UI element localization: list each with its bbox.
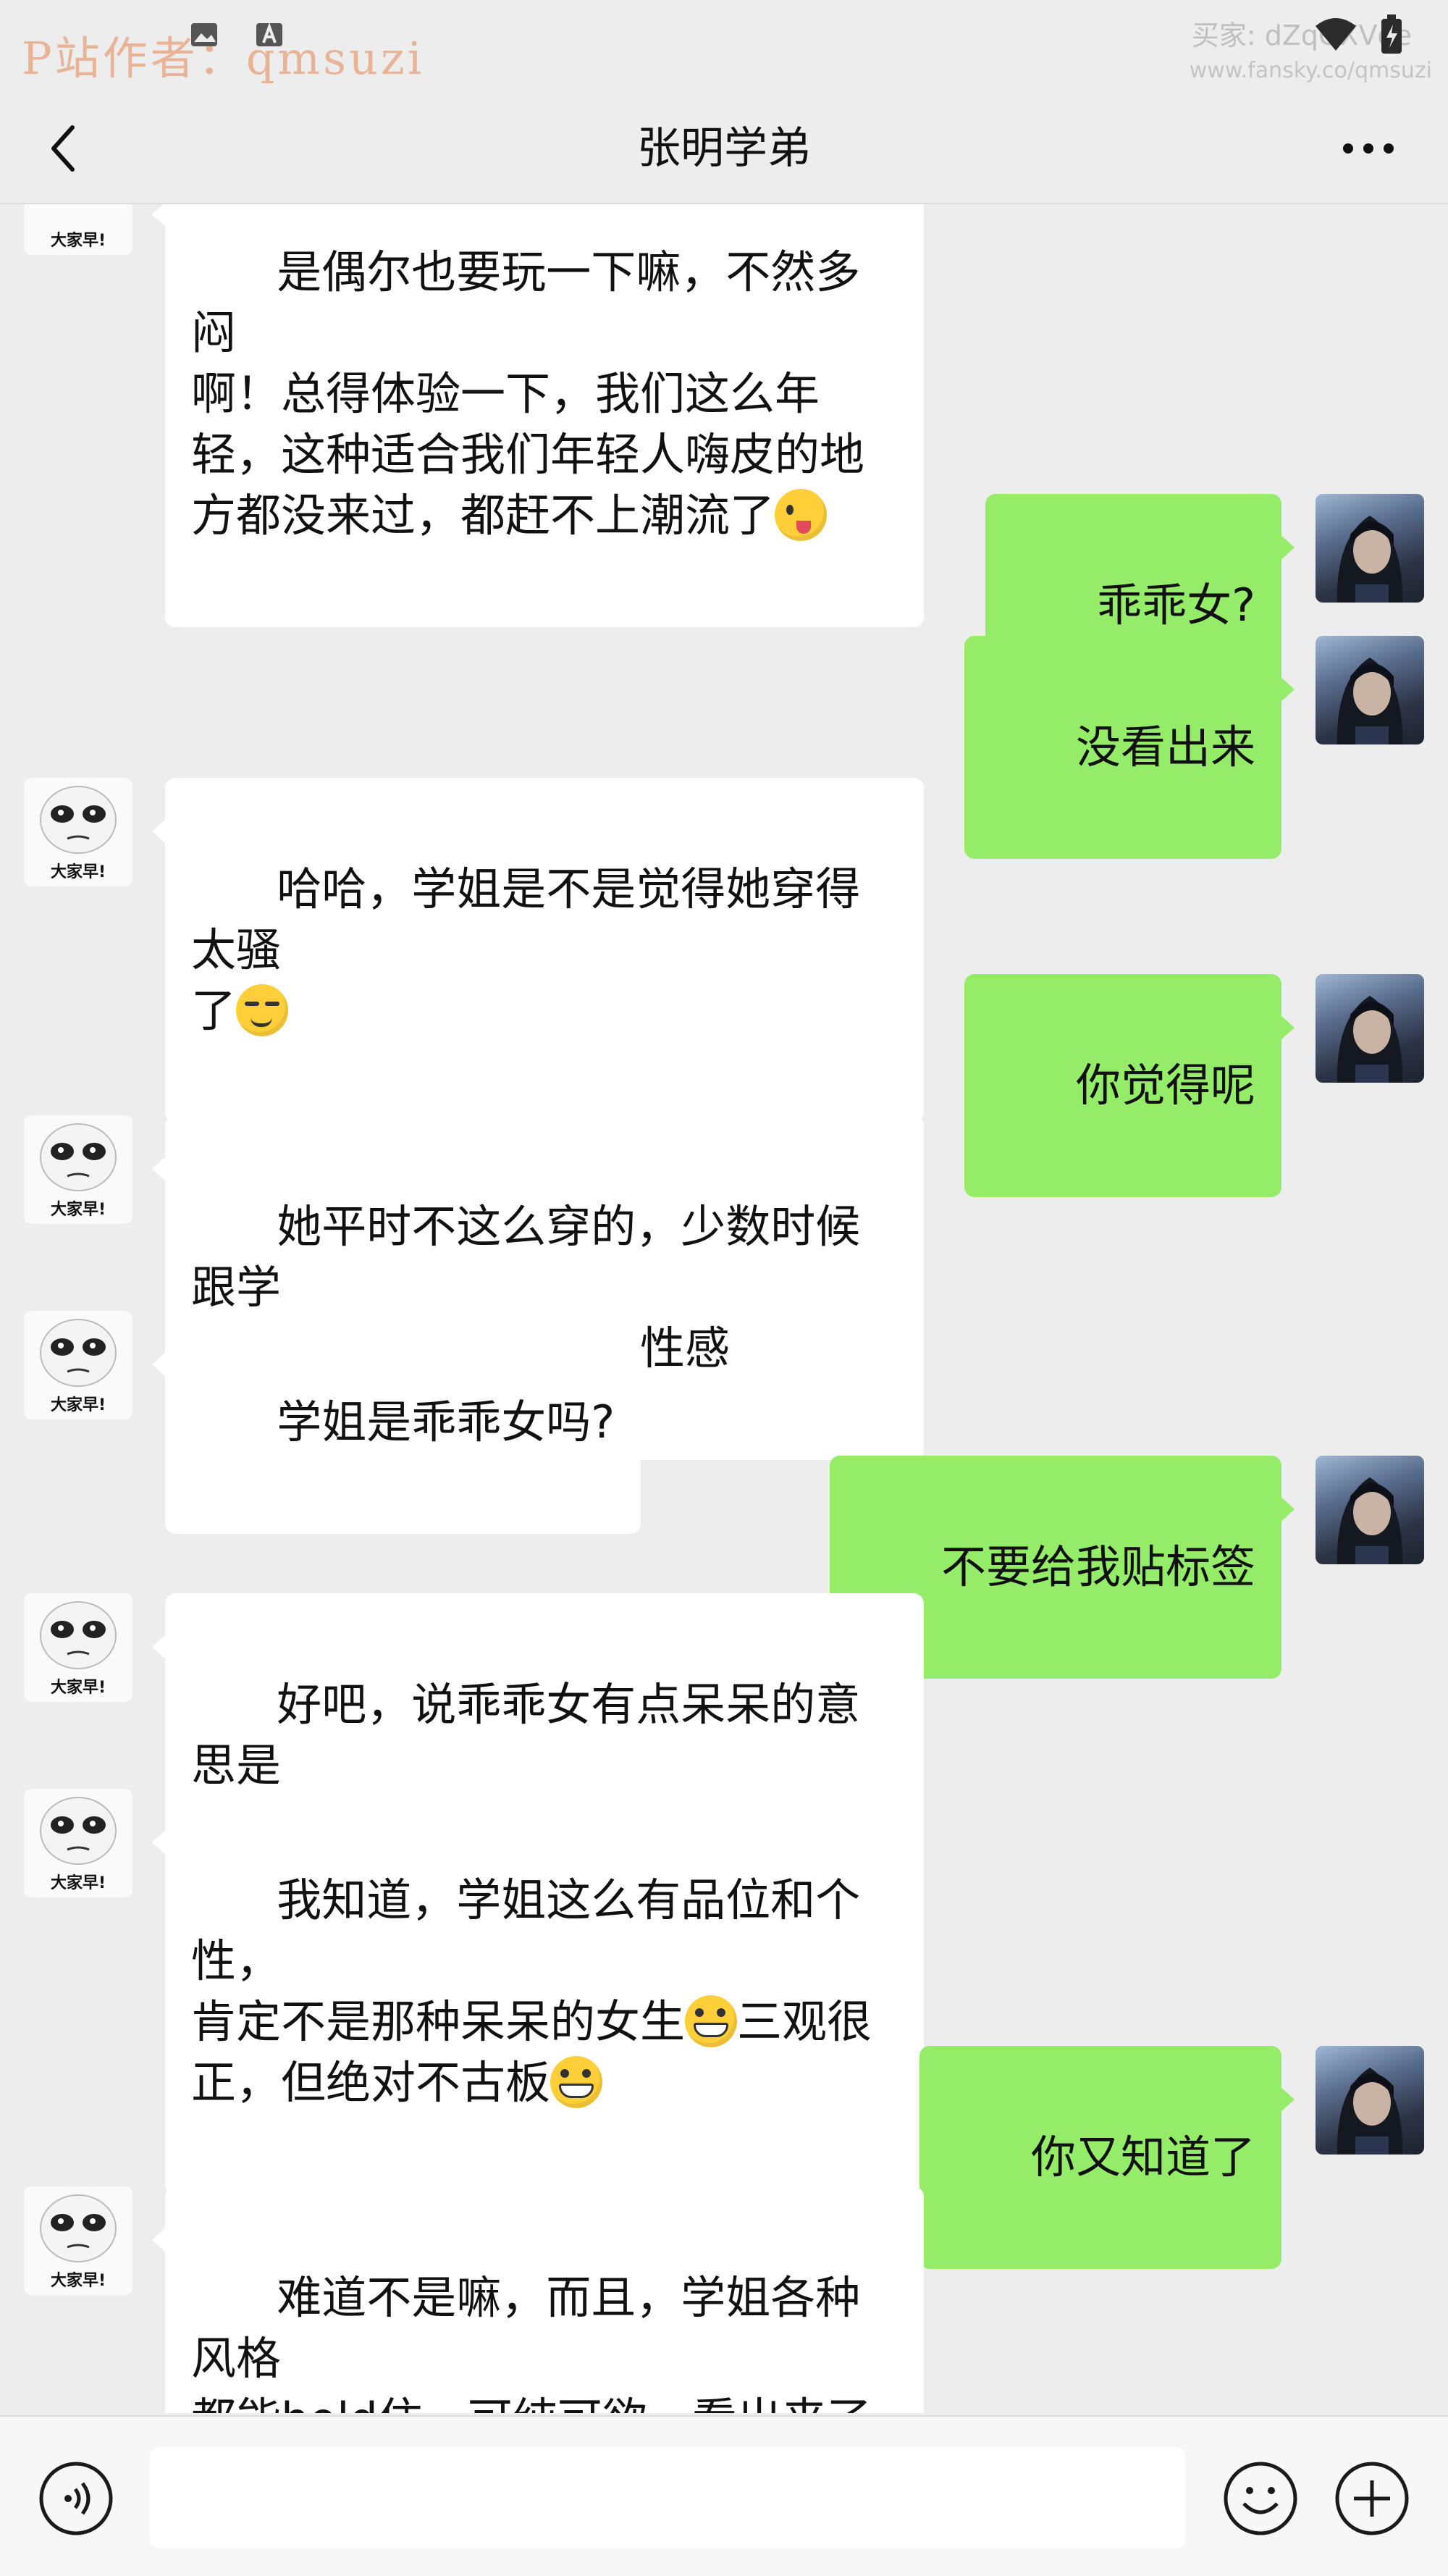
- user-avatar-portrait: [1337, 516, 1403, 603]
- avatar-caption: 大家早!: [50, 2272, 106, 2290]
- meme-face: [40, 1797, 117, 1865]
- battery-icon: [1381, 14, 1402, 54]
- user-avatar-portrait: [1337, 996, 1403, 1083]
- winking-tongue-emoji-icon: [775, 489, 828, 541]
- message-text: 没看出来: [1075, 721, 1255, 773]
- add-icon[interactable]: [1334, 2460, 1410, 2537]
- more-options-icon[interactable]: [1332, 123, 1405, 174]
- watermark-author: P站作者：qmsuzi: [22, 32, 425, 85]
- contact-avatar[interactable]: 大家早!: [24, 1789, 132, 1897]
- message-text: 你又知道了: [1030, 2131, 1255, 2183]
- user-avatar[interactable]: [1316, 2046, 1424, 2155]
- message-text: 哈哈，学姐是不是觉得她穿得太骚 了: [191, 863, 861, 1037]
- user-avatar-portrait: [1337, 2068, 1403, 2155]
- message-text: 难道不是嘛，而且，学姐各种风格 都能hold住，可纯可欲，看出来了: [191, 2271, 872, 2413]
- smirk-emoji-icon: [236, 984, 289, 1036]
- avatar-caption: 大家早!: [50, 1679, 106, 1697]
- avatar-caption: 大家早!: [50, 232, 106, 250]
- meme-face: [40, 786, 117, 854]
- contact-avatar[interactable]: 大家早!: [24, 1115, 132, 1224]
- message-bubble-received[interactable]: 我知道，学姐这么有品位和个性， 肯定不是那种呆呆的女生 三观很 正，但绝对不古板: [152, 1789, 924, 2194]
- message-text: 学姐是乖乖女吗?: [277, 1396, 615, 1448]
- grin-emoji-icon: [550, 2056, 603, 2108]
- contact-avatar[interactable]: 大家早!: [24, 2186, 132, 2295]
- image-notification-icon: [191, 23, 217, 46]
- avatar-caption: 大家早!: [50, 863, 106, 881]
- contact-avatar[interactable]: 大家早!: [24, 204, 132, 255]
- text-notification-icon: [256, 22, 282, 46]
- message-text: 乖乖女?: [1097, 579, 1255, 632]
- meme-face: [40, 1319, 117, 1387]
- contact-avatar[interactable]: 大家早!: [24, 778, 132, 886]
- message-bubble-sent[interactable]: 你又知道了: [919, 2046, 1295, 2269]
- user-avatar[interactable]: [1316, 1456, 1424, 1564]
- message-bubble-sent[interactable]: 没看出来: [964, 636, 1295, 859]
- chat-title: 张明学弟: [637, 123, 811, 174]
- contact-avatar[interactable]: 大家早!: [24, 1593, 132, 1702]
- watermark-url: www.fansky.co/qmsuzi: [1189, 58, 1432, 83]
- message-bubble-received[interactable]: 难道不是嘛，而且，学姐各种风格 都能hold住，可纯可欲，看出来了: [152, 2186, 924, 2413]
- user-avatar[interactable]: [1316, 974, 1424, 1083]
- meme-face: [40, 1123, 117, 1191]
- message-bubble-sent[interactable]: 你觉得呢: [964, 974, 1295, 1197]
- avatar-caption: 大家早!: [50, 1201, 106, 1219]
- grin-emoji-icon: [685, 1995, 738, 2047]
- message-input[interactable]: [150, 2447, 1185, 2548]
- chat-header: 张明学弟: [0, 94, 1448, 204]
- meme-face: [40, 2194, 117, 2262]
- meme-face: [40, 1601, 117, 1669]
- message-text: 不要给我贴标签: [940, 1540, 1255, 1593]
- message-bubble-received[interactable]: 学姐是乖乖女吗?: [151, 1311, 641, 1534]
- voice-input-icon[interactable]: [38, 2460, 114, 2537]
- message-bubble-received[interactable]: 哈哈，学姐是不是觉得她穿得太骚 了: [152, 778, 924, 1123]
- message-text: 你觉得呢: [1075, 1059, 1255, 1112]
- user-avatar[interactable]: [1316, 494, 1424, 603]
- avatar-caption: 大家早!: [50, 1874, 106, 1892]
- message-list[interactable]: 大家早! 是偶尔也要玩一下嘛，不然多闷 啊！总得体验一下，我们这么年 轻，这种适…: [0, 204, 1448, 2413]
- user-avatar[interactable]: [1316, 636, 1424, 744]
- message-bubble-received[interactable]: 是偶尔也要玩一下嘛，不然多闷 啊！总得体验一下，我们这么年 轻，这种适合我们年轻…: [152, 204, 924, 627]
- message-text: 是偶尔也要玩一下嘛，不然多闷 啊！总得体验一下，我们这么年 轻，这种适合我们年轻…: [191, 246, 865, 542]
- input-bar: [0, 2415, 1448, 2576]
- user-avatar-portrait: [1337, 658, 1403, 744]
- wifi-icon: [1316, 18, 1356, 51]
- avatar-caption: 大家早!: [50, 1396, 106, 1414]
- user-avatar-portrait: [1337, 1477, 1403, 1564]
- contact-avatar[interactable]: 大家早!: [24, 1311, 132, 1419]
- status-bar: P站作者：qmsuzi 买家: dZqGXVqe www.fansky.co/q…: [0, 0, 1448, 94]
- emoji-icon[interactable]: [1222, 2460, 1299, 2537]
